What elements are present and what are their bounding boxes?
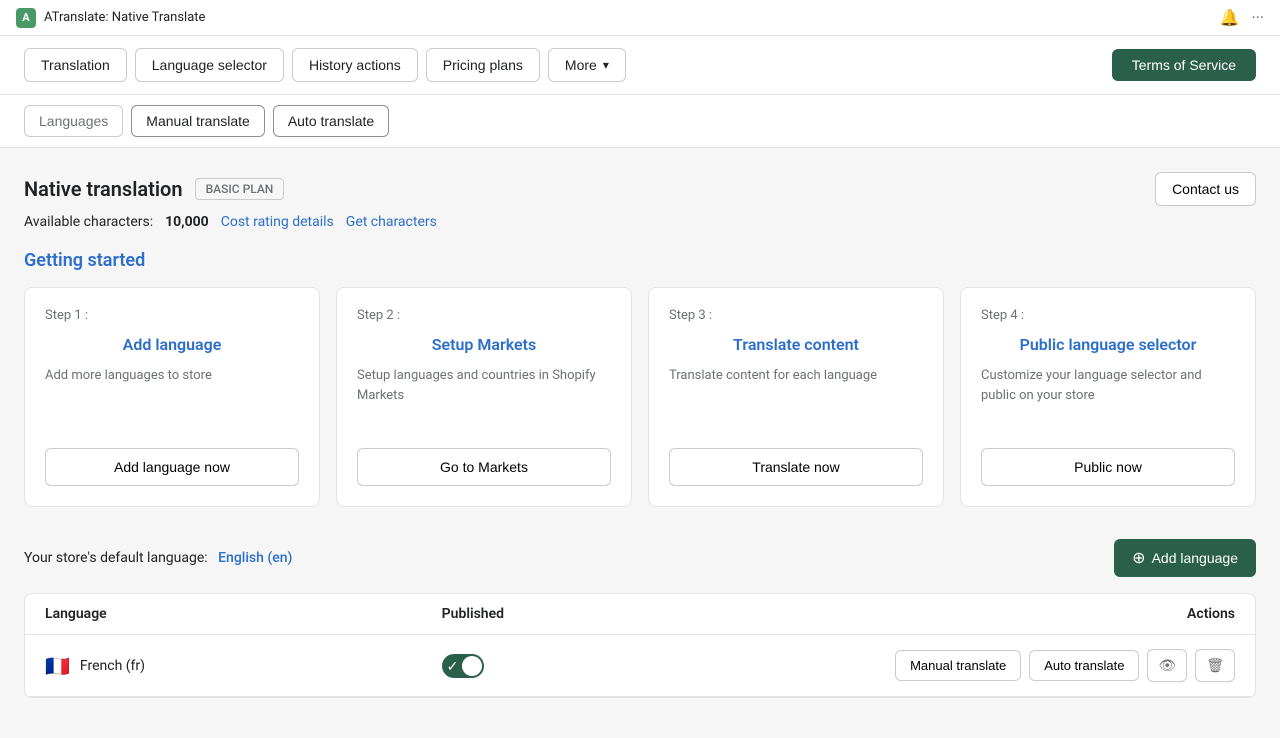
plan-badge: BASIC PLAN (195, 178, 285, 200)
more-options-icon[interactable]: ··· (1251, 8, 1264, 27)
subtab-manual-translate[interactable]: Manual translate (131, 105, 265, 137)
published-toggle[interactable]: ✓ (442, 654, 484, 678)
manual-translate-button[interactable]: Manual translate (895, 650, 1021, 681)
sub-nav: Languages Manual translate Auto translat… (0, 95, 1280, 148)
col-language: Language (45, 606, 442, 622)
checkmark-icon: ✓ (447, 658, 459, 675)
app-icon: A (16, 8, 36, 28)
steps-grid: Step 1 : Add language Add more languages… (24, 287, 1256, 507)
titlebar: A ATranslate: Native Translate 🔔 ··· (0, 0, 1280, 36)
titlebar-left: A ATranslate: Native Translate (16, 8, 205, 28)
step-card-1: Step 1 : Add language Add more languages… (24, 287, 320, 507)
cost-rating-link[interactable]: Cost rating details (221, 214, 334, 230)
step-2-desc: Setup languages and countries in Shopify… (357, 366, 611, 405)
actions-cell: Manual translate Auto translate 👁 🗑 (838, 649, 1235, 682)
step-3-title: Translate content (669, 335, 923, 354)
add-language-button[interactable]: ⊕ Add language (1114, 539, 1256, 577)
language-name: French (fr) (80, 658, 145, 674)
published-cell: ✓ (442, 654, 839, 678)
bell-icon[interactable]: 🔔 (1220, 8, 1240, 27)
main-content: Native translation BASIC PLAN Contact us… (0, 148, 1280, 738)
contact-button[interactable]: Contact us (1155, 172, 1256, 206)
chars-row: Available characters: 10,000 Cost rating… (24, 214, 1256, 230)
auto-translate-button[interactable]: Auto translate (1029, 650, 1139, 681)
default-lang-row: Your store's default language: English (… (24, 539, 1256, 577)
tos-button[interactable]: Terms of Service (1112, 49, 1256, 81)
go-to-markets-button[interactable]: Go to Markets (357, 448, 611, 486)
add-language-now-button[interactable]: Add language now (45, 448, 299, 486)
page-header: Native translation BASIC PLAN Contact us (24, 172, 1256, 206)
chars-count: 10,000 (165, 214, 209, 230)
tab-translation[interactable]: Translation (24, 48, 127, 82)
step-1-title: Add language (45, 335, 299, 354)
step-3-desc: Translate content for each language (669, 366, 923, 386)
tab-language-selector[interactable]: Language selector (135, 48, 284, 82)
public-now-button[interactable]: Public now (981, 448, 1235, 486)
step-card-4: Step 4 : Public language selector Custom… (960, 287, 1256, 507)
tab-history-actions[interactable]: History actions (292, 48, 418, 82)
step-2-title: Setup Markets (357, 335, 611, 354)
eye-icon-button[interactable]: 👁 (1147, 649, 1187, 682)
step-3-label: Step 3 : (669, 308, 923, 323)
step-1-desc: Add more languages to store (45, 366, 299, 386)
page-title-row: Native translation BASIC PLAN (24, 177, 284, 201)
plus-icon: ⊕ (1132, 548, 1145, 568)
step-1-label: Step 1 : (45, 308, 299, 323)
subtab-auto-translate[interactable]: Auto translate (273, 105, 389, 137)
tab-more[interactable]: More ▾ (548, 48, 626, 82)
chevron-down-icon: ▾ (603, 58, 609, 72)
tab-pricing-plans[interactable]: Pricing plans (426, 48, 540, 82)
step-2-label: Step 2 : (357, 308, 611, 323)
step-4-desc: Customize your language selector and pub… (981, 366, 1235, 405)
step-card-3: Step 3 : Translate content Translate con… (648, 287, 944, 507)
translate-now-button[interactable]: Translate now (669, 448, 923, 486)
step-4-title: Public language selector (981, 335, 1235, 354)
chars-label: Available characters: (24, 214, 153, 230)
table-row: 🇫🇷 French (fr) ✓ Manual translate Auto t… (25, 635, 1255, 697)
language-table: Language Published Actions 🇫🇷 French (fr… (24, 593, 1256, 698)
main-nav: Translation Language selector History ac… (0, 36, 1280, 95)
default-lang-text: Your store's default language: English (… (24, 550, 292, 566)
get-chars-link[interactable]: Get characters (346, 214, 437, 230)
getting-started-title: Getting started (24, 250, 1256, 271)
table-header: Language Published Actions (25, 594, 1255, 635)
language-cell: 🇫🇷 French (fr) (45, 654, 442, 678)
step-4-label: Step 4 : (981, 308, 1235, 323)
french-flag-icon: 🇫🇷 (45, 654, 70, 678)
subtab-languages[interactable]: Languages (24, 105, 123, 137)
col-published: Published (442, 606, 839, 622)
app-title: ATranslate: Native Translate (44, 10, 205, 25)
col-actions: Actions (838, 606, 1235, 622)
nav-tabs: Translation Language selector History ac… (24, 48, 626, 82)
step-card-2: Step 2 : Setup Markets Setup languages a… (336, 287, 632, 507)
default-lang-link[interactable]: English (en) (218, 550, 292, 566)
delete-icon-button[interactable]: 🗑 (1195, 649, 1235, 682)
page-title: Native translation (24, 177, 183, 201)
titlebar-right: 🔔 ··· (1220, 8, 1264, 27)
